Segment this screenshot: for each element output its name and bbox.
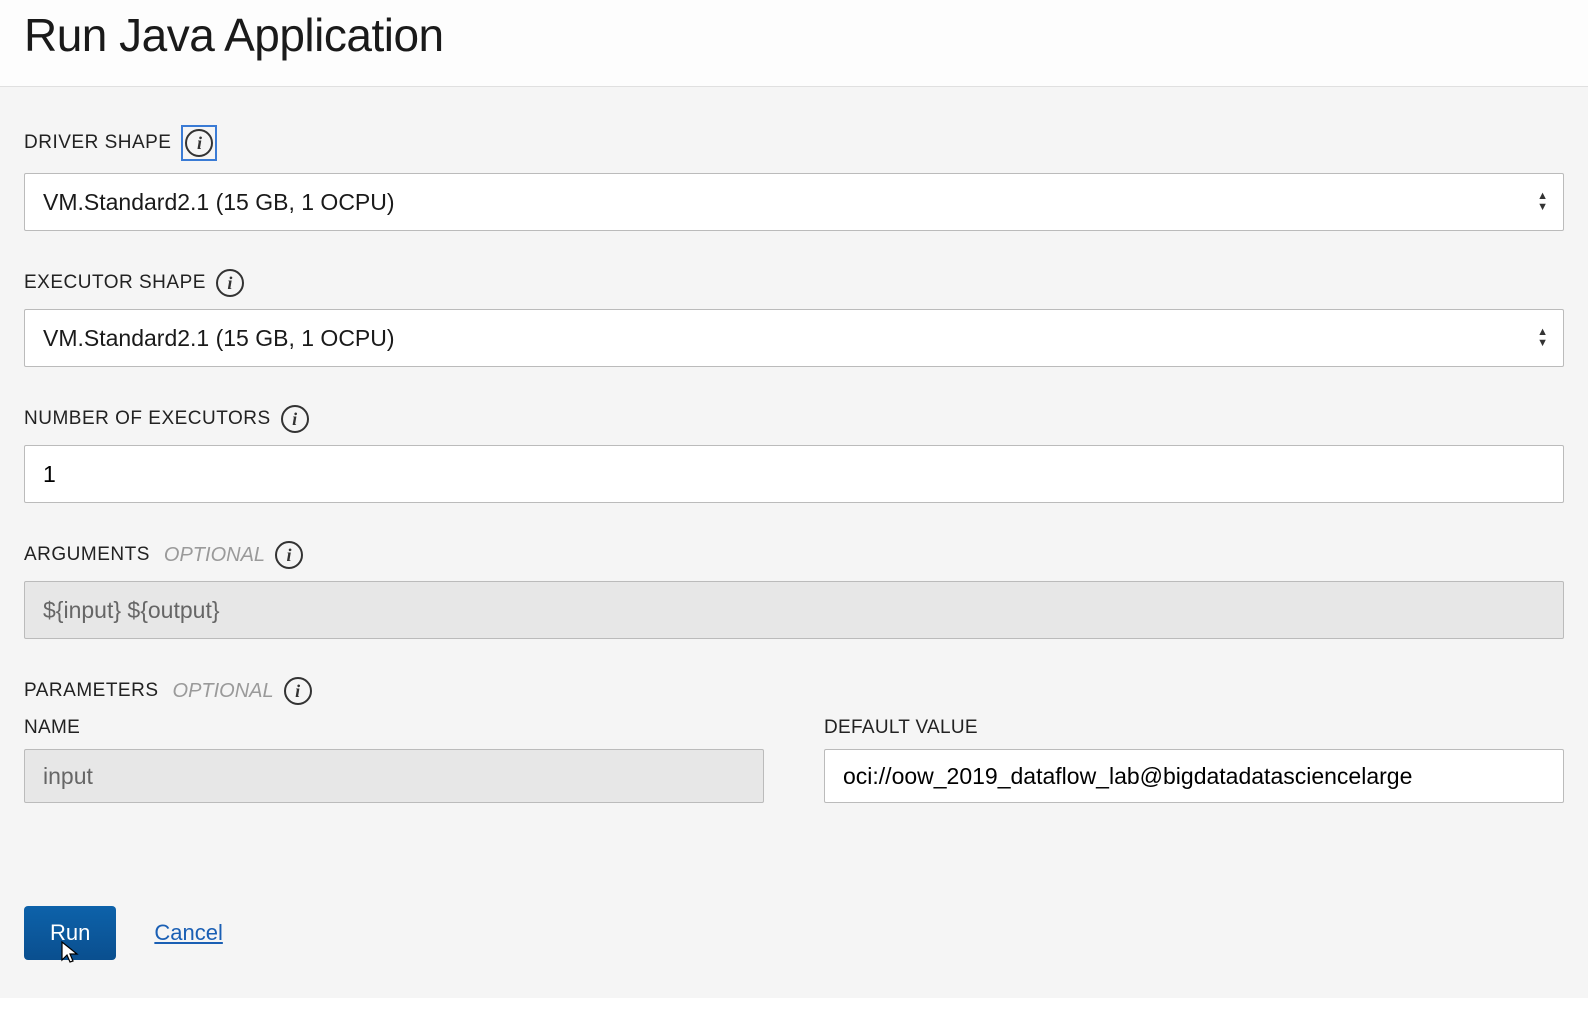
parameters-row: NAME DEFAULT VALUE [24,717,1564,803]
info-icon[interactable]: i [185,129,213,157]
executor-shape-select-wrap: VM.Standard2.1 (15 GB, 1 OCPU) ▲▼ [24,309,1564,367]
dialog-footer: Run Cancel [24,906,223,960]
driver-shape-select-wrap: VM.Standard2.1 (15 GB, 1 OCPU) ▲▼ [24,173,1564,231]
label-row: EXECUTOR SHAPE i [24,269,1564,297]
executor-shape-select[interactable]: VM.Standard2.1 (15 GB, 1 OCPU) [24,309,1564,367]
param-name-input [24,749,764,803]
arguments-input [24,581,1564,639]
field-driver-shape: DRIVER SHAPE i VM.Standard2.1 (15 GB, 1 … [24,125,1564,231]
num-executors-input[interactable] [24,445,1564,503]
num-executors-label: NUMBER OF EXECUTORS [24,408,271,430]
label-row: DRIVER SHAPE i [24,125,1564,161]
param-name-col: NAME [24,717,764,803]
parameters-label: PARAMETERS [24,680,159,702]
info-icon-wrap: i [181,125,217,161]
cancel-link[interactable]: Cancel [154,920,222,946]
driver-shape-select[interactable]: VM.Standard2.1 (15 GB, 1 OCPU) [24,173,1564,231]
param-value-input[interactable] [824,749,1564,803]
param-value-label: DEFAULT VALUE [824,717,1564,739]
dialog-header: Run Java Application [0,0,1588,87]
field-executor-shape: EXECUTOR SHAPE i VM.Standard2.1 (15 GB, … [24,269,1564,367]
info-icon[interactable]: i [281,405,309,433]
driver-shape-label: DRIVER SHAPE [24,132,171,154]
form-area: DRIVER SHAPE i VM.Standard2.1 (15 GB, 1 … [0,87,1588,998]
info-icon[interactable]: i [216,269,244,297]
run-button-label: Run [50,920,90,945]
arguments-label: ARGUMENTS [24,544,150,566]
driver-shape-value: VM.Standard2.1 (15 GB, 1 OCPU) [43,189,395,216]
label-row: NUMBER OF EXECUTORS i [24,405,1564,433]
executor-shape-label: EXECUTOR SHAPE [24,272,206,294]
param-value-col: DEFAULT VALUE [824,717,1564,803]
label-row: ARGUMENTS OPTIONAL i [24,541,1564,569]
page-title: Run Java Application [24,8,1564,62]
info-icon[interactable]: i [275,541,303,569]
field-num-executors: NUMBER OF EXECUTORS i [24,405,1564,503]
info-icon[interactable]: i [284,677,312,705]
executor-shape-value: VM.Standard2.1 (15 GB, 1 OCPU) [43,325,395,352]
param-name-label: NAME [24,717,764,739]
field-parameters: PARAMETERS OPTIONAL i NAME DEFAULT VALUE [24,677,1564,803]
label-row: PARAMETERS OPTIONAL i [24,677,1564,705]
optional-badge: OPTIONAL [164,544,265,567]
field-arguments: ARGUMENTS OPTIONAL i [24,541,1564,639]
optional-badge: OPTIONAL [173,680,274,703]
run-button[interactable]: Run [24,906,116,960]
